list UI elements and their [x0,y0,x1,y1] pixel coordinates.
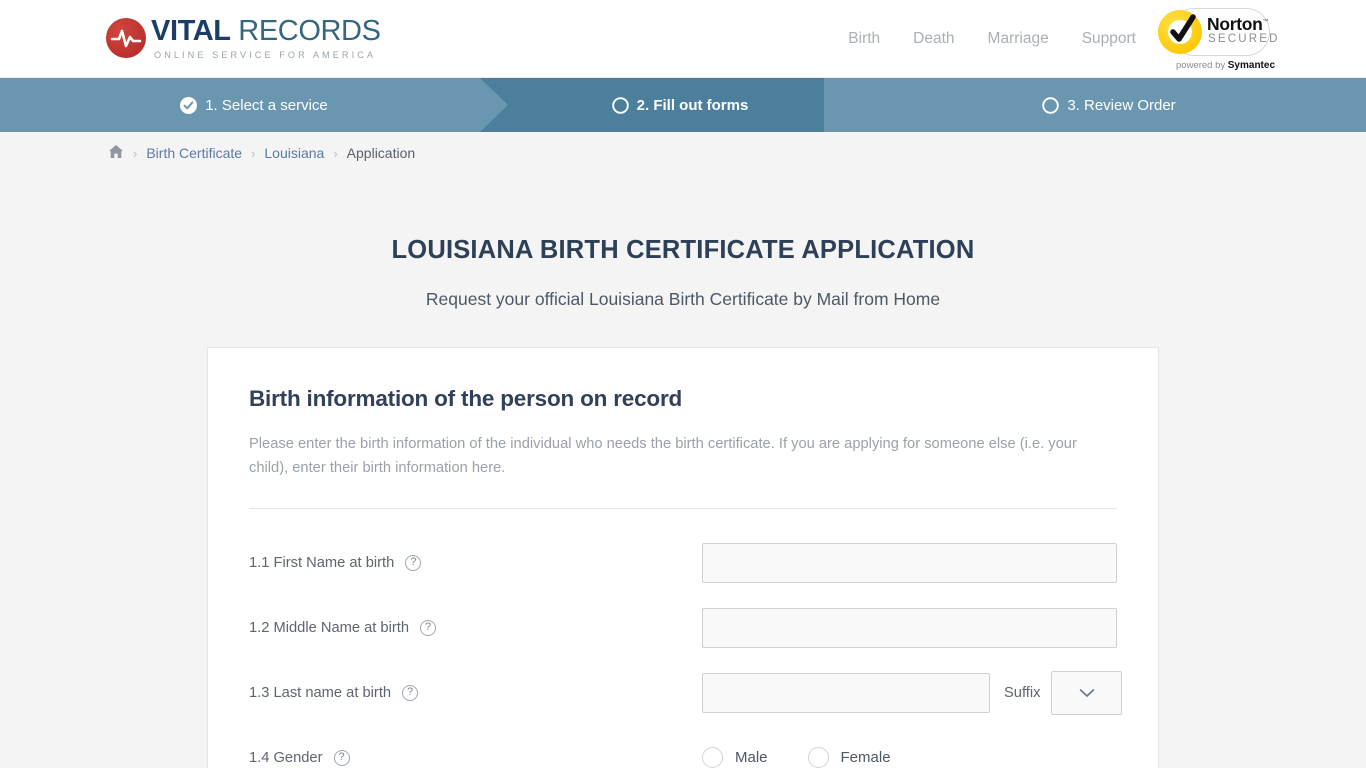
breadcrumb-separator: › [251,145,256,161]
gender-option-male[interactable]: Male [702,747,768,768]
symantec-text: Symantec [1227,60,1276,71]
nav-item-marriage[interactable]: Marriage [988,30,1049,48]
form-section-description: Please enter the birth information of th… [249,436,1077,476]
middle-name-label: 1.2 Middle Name at birth ? [249,619,702,636]
breadcrumb-home-link[interactable] [108,144,124,162]
application-form-card: Birth information of the person on recor… [207,347,1159,768]
middle-name-input[interactable] [702,607,1117,648]
step-label: 1. Select a service [205,96,328,114]
nav-item-birth[interactable]: Birth [848,30,880,48]
field-row-gender: 1.4 Gender ? Male Female [249,725,1117,768]
site-header: VITAL RECORDS ONLINE SERVICE FOR AMERICA… [0,0,1366,78]
step-label: 2. Fill out forms [636,96,749,114]
radio-circle-icon[interactable] [702,747,723,768]
home-icon [108,145,124,162]
first-name-label-text: 1.1 First Name at birth [249,554,395,571]
form-section-title: Birth information of the person on recor… [249,386,683,411]
field-row-last-name: 1.3 Last name at birth ? Suffix Jr. Sr. … [249,660,1123,725]
circle-outline-icon [1042,96,1060,114]
logo-primary-text: VITAL [151,14,231,47]
gender-option-female[interactable]: Female [807,747,891,768]
middle-name-control [702,607,1117,648]
gender-radio-group: Male Female [702,747,931,768]
last-name-label: 1.3 Last name at birth ? [249,684,702,701]
step-fill-out-forms[interactable]: 2. Fill out forms [480,78,852,132]
breadcrumb-item-application: Application [346,145,416,161]
radio-circle-icon[interactable] [807,747,829,768]
site-logo[interactable]: VITAL RECORDS ONLINE SERVICE FOR AMERICA [106,14,381,60]
middle-name-label-text: 1.2 Middle Name at birth [249,619,410,636]
suffix-select-wrap: Jr. Sr. II III IV [1051,670,1123,715]
circle-outline-icon [612,97,629,114]
field-row-first-name: 1.1 First Name at birth ? [249,530,1117,595]
gender-option-male-label: Male [735,749,768,766]
progress-steps: 1. Select a service 2. Fill out forms 3.… [0,78,1366,132]
norton-brand-text: Norton™ [1207,14,1269,34]
gender-option-female-label: Female [840,749,891,766]
heartbeat-circle-icon [106,18,146,59]
nav-item-death[interactable]: Death [913,30,954,48]
page-title: LOUISIANA BIRTH CERTIFICATE APPLICATION [391,236,975,264]
suffix-label: Suffix [1004,684,1041,701]
norton-secured-text: SECURED [1208,33,1280,45]
gender-label-text: 1.4 Gender [249,749,323,766]
page-subtitle: Request your official Louisiana Birth Ce… [425,289,941,309]
breadcrumb-item-louisiana[interactable]: Louisiana [264,145,324,161]
question-mark-icon[interactable]: ? [405,554,422,571]
logo-tagline: ONLINE SERVICE FOR AMERICA [154,49,377,60]
question-mark-icon[interactable]: ? [333,749,350,766]
first-name-label: 1.1 First Name at birth ? [249,554,702,571]
norton-powered-text: powered by Symantec [1176,60,1276,71]
primary-navigation: Birth Death Marriage Support [848,30,1136,48]
breadcrumb-item-birth-certificate[interactable]: Birth Certificate [146,145,242,161]
question-mark-icon[interactable]: ? [402,684,419,701]
first-name-control [702,542,1117,583]
step-review-order[interactable]: 3. Review Order [824,78,1366,132]
last-name-control: Suffix Jr. Sr. II III IV [702,670,1123,715]
section-divider [249,508,1117,509]
step-label: 3. Review Order [1067,96,1176,114]
norton-secured-badge[interactable]: Norton™ SECURED powered by Symantec [1150,6,1277,72]
question-mark-icon[interactable]: ? [420,619,437,636]
nav-item-support[interactable]: Support [1082,30,1136,48]
logo-secondary-text: RECORDS [238,14,381,47]
last-name-label-text: 1.3 Last name at birth [249,684,392,701]
suffix-select[interactable]: Jr. Sr. II III IV [1051,670,1123,715]
field-row-middle-name: 1.2 Middle Name at birth ? [249,595,1117,660]
step-select-a-service[interactable]: 1. Select a service [0,78,508,132]
breadcrumb: › Birth Certificate › Louisiana › Applic… [0,132,1366,174]
norton-trademark: ™ [1262,19,1269,26]
last-name-input[interactable] [702,672,990,713]
gender-label: 1.4 Gender ? [249,749,702,766]
check-icon [1170,14,1196,42]
breadcrumb-separator: › [333,145,338,161]
check-circle-filled-icon [180,96,198,114]
breadcrumb-separator: › [133,145,138,161]
first-name-input[interactable] [702,542,1117,583]
